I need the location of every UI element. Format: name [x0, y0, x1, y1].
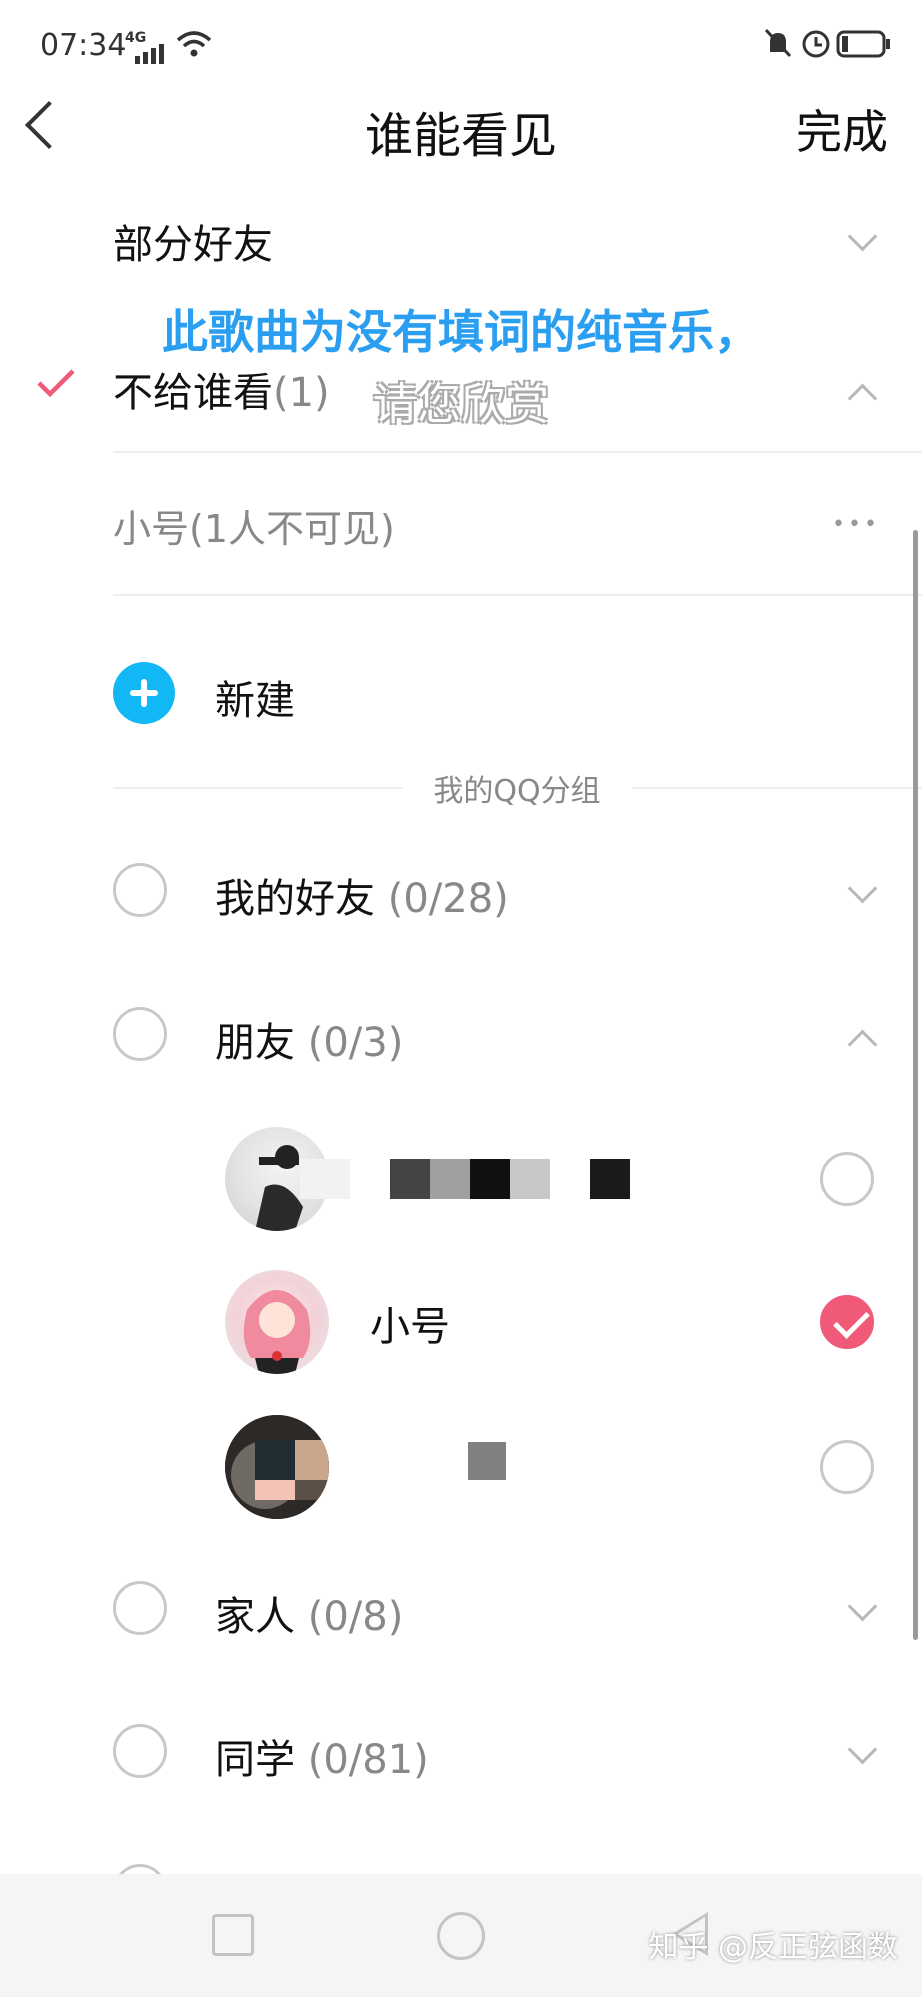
hidden-group-row[interactable]: 小号(1人不可见) ••• — [0, 490, 922, 560]
option-partial-friends[interactable]: 部分好友 — [0, 200, 922, 280]
chevron-up-icon — [847, 1029, 878, 1060]
chevron-down-icon — [847, 873, 878, 904]
group-count: (0/81) — [307, 1737, 429, 1783]
alarm-icon — [802, 30, 830, 58]
group-count: (0/28) — [387, 876, 509, 922]
scrollbar[interactable] — [913, 530, 918, 1640]
chevron-down-icon — [847, 1591, 878, 1622]
mute-bell-icon — [764, 28, 792, 58]
option-label: 部分好友 — [113, 222, 273, 268]
avatar-drawing — [225, 1415, 329, 1519]
more-icon[interactable]: ••• — [832, 512, 880, 537]
section-divider-right — [632, 787, 922, 789]
signal-icon — [135, 44, 167, 64]
friend-row[interactable]: 小号 — [0, 1270, 922, 1374]
friend-radio-checked[interactable] — [820, 1295, 874, 1349]
chevron-down-icon — [847, 1734, 878, 1765]
lyrics-caption-sub: 请您欣赏 — [373, 379, 549, 430]
divider — [113, 451, 922, 453]
friend-avatar — [225, 1270, 329, 1374]
group-count: (0/3) — [307, 1020, 404, 1066]
status-time: 07:34 — [40, 28, 127, 63]
group-radio[interactable] — [113, 863, 167, 917]
friend-name-mosaic — [468, 1442, 506, 1480]
friend-avatar — [225, 1415, 329, 1519]
done-button[interactable]: 完成 — [796, 96, 888, 162]
friend-name-mosaic — [300, 1159, 630, 1199]
group-label: 我的好友 (0/28) — [215, 866, 509, 924]
group-label: 家人 (0/8) — [215, 1584, 403, 1642]
group-radio[interactable] — [113, 1007, 167, 1061]
group-row[interactable]: 朋友 (0/3) — [0, 1004, 922, 1068]
avatar-drawing — [243, 1290, 311, 1374]
watermark: 知乎 @反正弦函数 — [648, 1930, 898, 1965]
friend-row[interactable] — [0, 1415, 922, 1519]
mosaic-pixels — [300, 1159, 630, 1199]
divider — [113, 594, 922, 596]
group-row[interactable]: 我的好友 (0/28) — [0, 860, 922, 924]
battery-icon — [836, 30, 890, 58]
checkmark-icon — [833, 1302, 870, 1339]
home-icon[interactable] — [437, 1912, 485, 1960]
friend-name: 小号 — [370, 1304, 450, 1350]
recent-apps-icon[interactable] — [212, 1914, 254, 1956]
new-group-button[interactable]: 新建 — [0, 660, 922, 726]
lyrics-caption: 此歌曲为没有填词的纯音乐， — [162, 305, 760, 359]
group-count: (0/8) — [307, 1594, 404, 1640]
group-name: 我的好友 — [215, 876, 375, 922]
chevron-down-icon — [847, 221, 878, 252]
status-icons-svg — [764, 28, 890, 58]
new-label: 新建 — [215, 678, 295, 724]
group-radio[interactable] — [113, 1581, 167, 1635]
wifi-icon — [176, 30, 212, 62]
group-name: 同学 — [215, 1737, 295, 1783]
group-name: 朋友 — [215, 1020, 295, 1066]
group-radio[interactable] — [113, 1724, 167, 1778]
friend-radio[interactable] — [820, 1152, 874, 1206]
add-icon — [113, 662, 175, 724]
group-name: 家人 — [215, 1594, 295, 1640]
status-right-icons — [762, 26, 892, 66]
page-title: 谁能看见 — [364, 108, 557, 164]
friend-row[interactable] — [0, 1127, 922, 1231]
hidden-group-label: 小号(1人不可见) — [113, 507, 395, 551]
group-row[interactable]: 家人 (0/8) — [0, 1578, 922, 1642]
group-label: 同学 (0/81) — [215, 1727, 429, 1785]
group-label: 朋友 (0/3) — [215, 1010, 403, 1068]
group-row[interactable]: 同学 (0/81) — [0, 1721, 922, 1785]
friend-radio[interactable] — [820, 1440, 874, 1494]
